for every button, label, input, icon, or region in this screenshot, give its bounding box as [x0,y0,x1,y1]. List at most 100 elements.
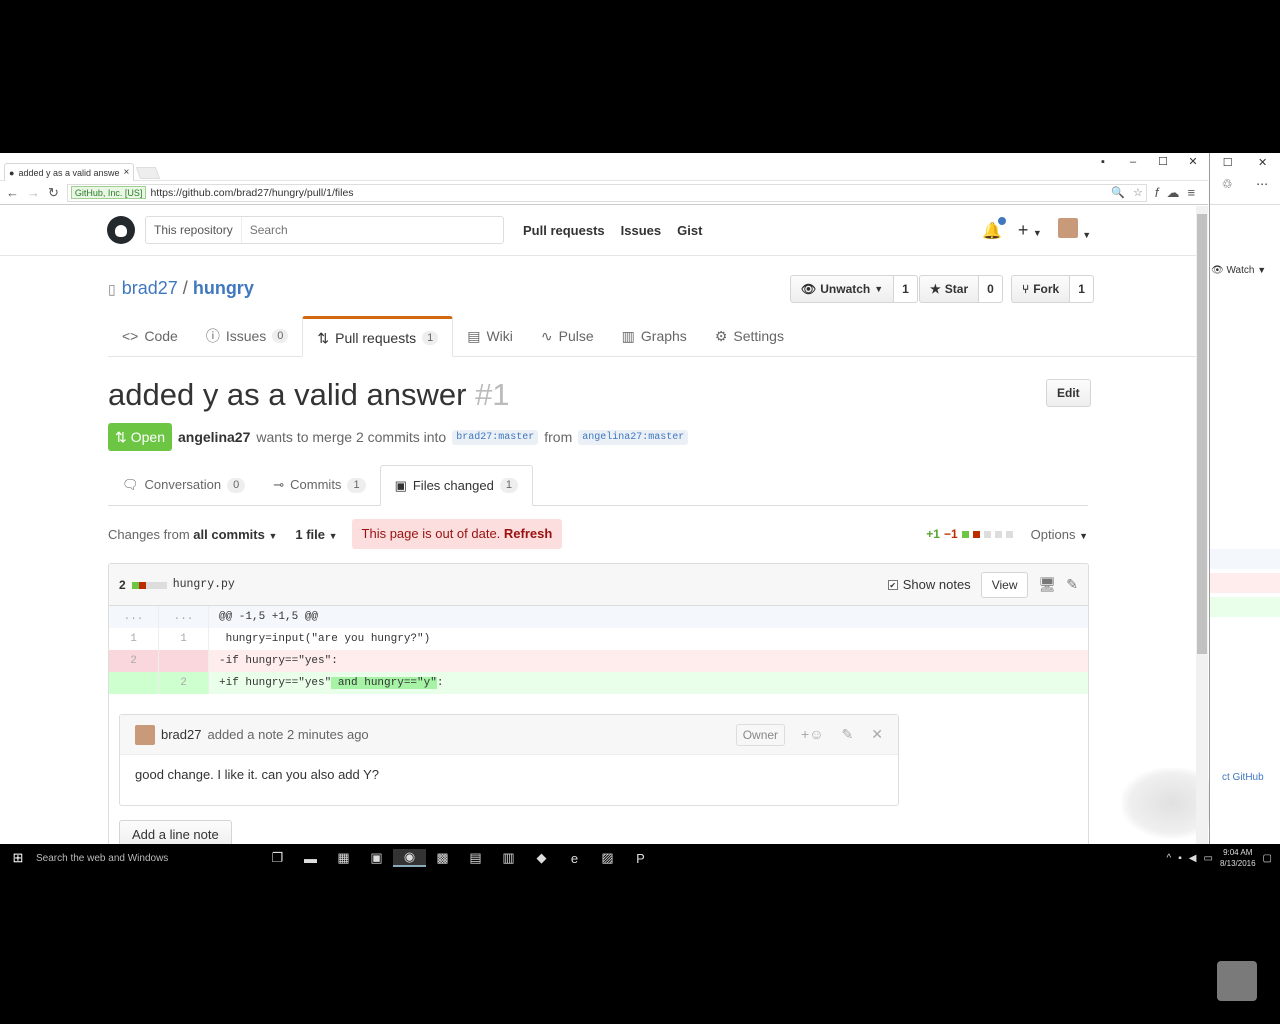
edge-icon[interactable]: e [558,851,591,866]
back-icon[interactable]: ← [6,185,19,200]
app-icon[interactable]: ▦ [327,850,360,866]
note-author-link[interactable]: brad27 [161,727,201,742]
bookmark-star-icon[interactable]: ☆ [1133,186,1143,199]
scrollbar[interactable] [1196,206,1208,872]
taskbar-search[interactable]: Search the web and Windows [36,853,261,864]
zoom-icon[interactable]: 🔍 [1111,186,1125,199]
windows-start-icon[interactable]: ⊞ [0,850,36,866]
more-icon[interactable]: ⋯ [1256,177,1268,191]
hunk-expand-new[interactable]: ... [159,606,209,628]
show-notes-checkbox[interactable]: ✔ [887,579,898,590]
reload-icon[interactable]: ↻ [48,185,59,201]
forward-icon[interactable]: → [27,185,40,200]
maximize-icon[interactable]: ☐ [1148,153,1178,171]
fork-button[interactable]: ⑂ Fork [1011,275,1071,303]
tab-code[interactable]: <> Code [108,316,192,356]
show-notes-toggle[interactable]: ✔ Show notes [887,577,971,592]
side-watch-button[interactable]: 👁 Watch ▼ [1211,265,1266,276]
tab-wiki[interactable]: ▤ Wiki [453,316,527,356]
minimize-icon[interactable]: – [1118,153,1148,171]
watchers-count[interactable]: 1 [894,275,918,303]
tab-commits[interactable]: ⊸ Commits 1 [259,465,379,505]
pencil-icon[interactable]: ✎ [1066,576,1078,593]
task-view-icon[interactable]: ❐ [261,850,294,866]
pr-author-link[interactable]: angelina27 [178,429,250,445]
side-contact-link[interactable]: ct GitHub [1222,772,1264,783]
old-line-number[interactable]: 1 [109,628,159,650]
taskbar-clock[interactable]: 9:04 AM 8/13/2016 [1220,847,1256,869]
github-logo-icon[interactable] [107,216,135,244]
network-icon[interactable]: ▪ [1178,853,1182,864]
forks-count[interactable]: 1 [1070,275,1094,303]
url-text[interactable]: https://github.com/brad27/hungry/pull/1/… [150,187,353,199]
old-line-number[interactable]: 2 [109,650,159,672]
repo-owner-link[interactable]: brad27 [122,278,178,298]
close-window-icon[interactable]: ✕ [1258,156,1267,169]
notification-icon[interactable]: ▢ [1263,853,1272,864]
volume-icon[interactable]: ◀ [1189,853,1197,864]
tab-pulse[interactable]: ∿ Pulse [527,316,608,356]
search-input[interactable] [241,223,482,237]
view-file-button[interactable]: View [980,571,1029,598]
scrollbar-thumb[interactable] [1197,214,1207,654]
file-name[interactable]: hungry.py [173,578,235,591]
close-icon[interactable]: ✕ [871,726,883,743]
new-tab-button[interactable] [135,167,161,179]
pencil-icon[interactable]: ✎ [842,726,854,743]
tab-files-changed[interactable]: ▣ Files changed 1 [379,465,533,506]
tab-issues[interactable]: ⓘ Issues 0 [192,316,303,356]
star-button[interactable]: ★ Star [919,275,980,303]
repo-name-link[interactable]: hungry [193,278,254,298]
menu-icon[interactable]: ≡ [1188,185,1196,200]
browser-tab[interactable]: ● added y as a valid answe × [4,163,134,181]
close-tab-icon[interactable]: × [124,167,130,178]
hunk-expand-old[interactable]: ... [109,606,159,628]
new-line-number[interactable]: 1 [159,628,209,650]
extension-icon[interactable]: f [1155,185,1159,200]
store-icon[interactable]: ▣ [360,850,393,866]
edit-button[interactable]: Edit [1046,379,1091,407]
add-reaction-icon[interactable]: +☺ [801,726,823,743]
maximize-icon[interactable]: ☐ [1223,156,1233,169]
user-menu[interactable]: ▼ [1057,218,1091,243]
tab-settings[interactable]: ⚙ Settings [701,316,798,356]
hub-icon[interactable]: ♲ [1222,177,1233,191]
create-new-dropdown[interactable]: + ▼ [1018,220,1042,241]
address-bar[interactable]: GitHub, Inc. [US] https://github.com/bra… [66,183,1147,202]
chevron-up-icon[interactable]: ^ [1167,853,1172,864]
file-explorer-icon[interactable]: ▬ [294,851,327,866]
tab-pull-requests[interactable]: ⇅ Pull requests 1 [302,316,454,357]
chrome-icon[interactable]: ◉ [393,849,426,867]
camtasia-icon[interactable]: ▩ [426,850,459,866]
new-line-number[interactable]: 2 [159,672,209,694]
stargazers-count[interactable]: 0 [979,275,1003,303]
changes-from-dropdown[interactable]: Changes from all commits ▼ [108,527,277,542]
avatar[interactable] [135,724,155,745]
nav-issues[interactable]: Issues [621,223,661,238]
files-dropdown[interactable]: 1 file ▼ [295,527,337,542]
notifications-bell-icon[interactable]: 🔔 [982,216,1006,241]
base-branch-ref[interactable]: brad27:master [452,429,539,445]
options-dropdown[interactable]: Options ▼ [1031,527,1088,542]
new-line-number[interactable] [159,650,209,672]
tab-graphs[interactable]: ▥ Graphs [608,316,701,356]
diff-code-after: : [436,677,444,689]
head-branch-ref[interactable]: angelina27:master [578,429,689,445]
tab-conversation[interactable]: 🗨 Conversation 0 [108,465,259,505]
notepad-icon[interactable]: ▥ [492,850,525,866]
tab-pulse-label: Pulse [558,328,594,344]
extension-cloud-icon[interactable]: ☁ [1167,185,1180,201]
old-line-number[interactable] [109,672,159,694]
refresh-link[interactable]: Refresh [504,526,552,541]
keyboard-icon[interactable]: ▭ [1204,853,1213,864]
document-icon[interactable]: ▤ [459,850,492,866]
close-window-icon[interactable]: ✕ [1178,153,1208,171]
nav-pull-requests[interactable]: Pull requests [523,223,605,238]
user-profile-icon[interactable]: ▪ [1088,153,1118,171]
nav-gist[interactable]: Gist [677,223,702,238]
unwatch-button[interactable]: 👁 Unwatch ▼ [790,275,895,303]
desktop-icon[interactable]: 🖥 [1038,576,1056,593]
terminal-icon[interactable]: ▨ [591,850,624,866]
powerpoint-icon[interactable]: P [624,851,657,866]
git-icon[interactable]: ◆ [525,850,558,866]
